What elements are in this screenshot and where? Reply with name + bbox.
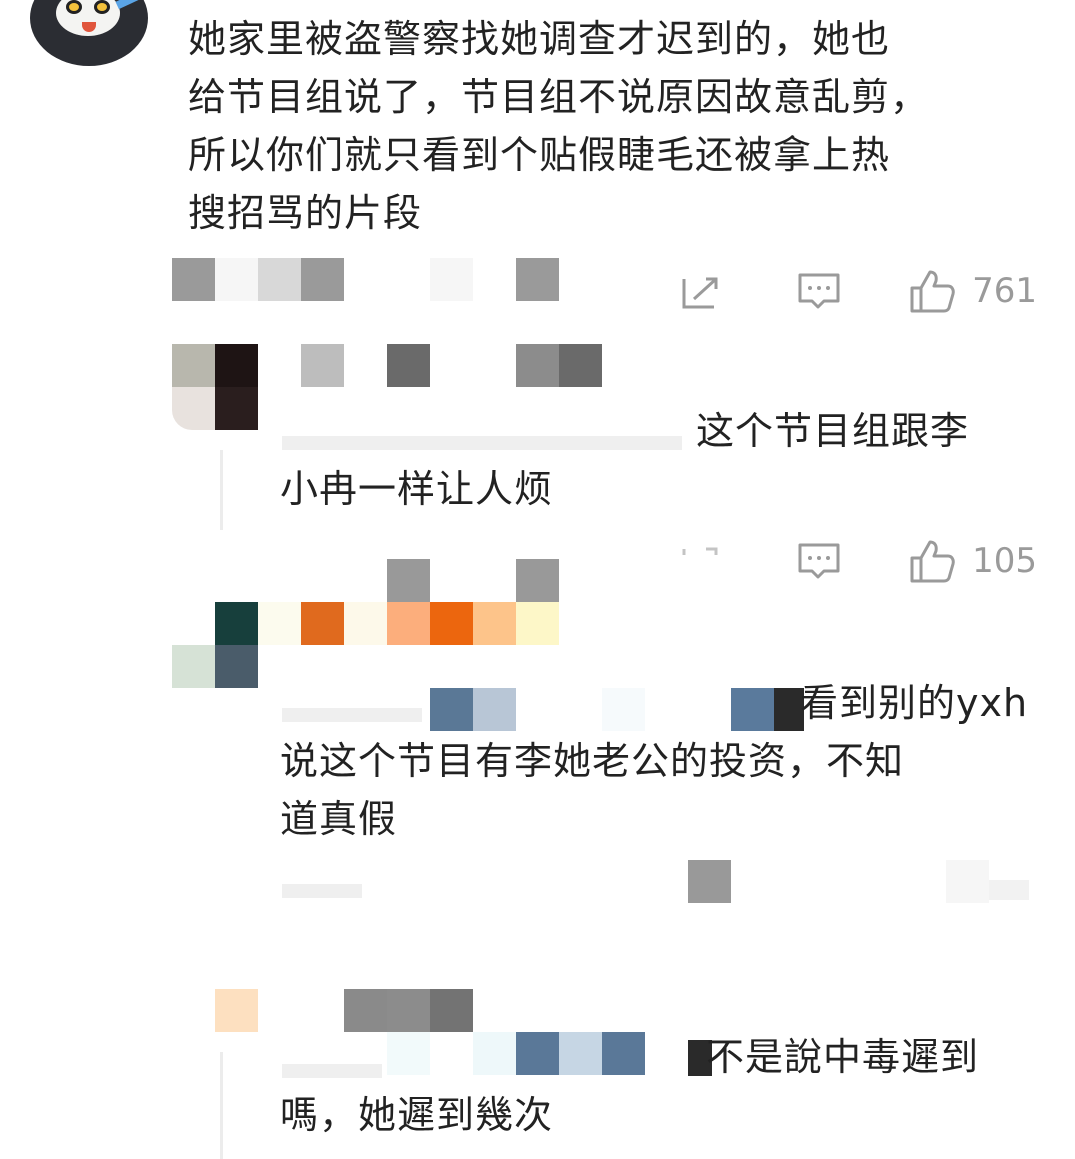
reply-line: 小冉一样让人烦 [280,467,554,511]
reply-text: 小冉一样让人烦 [280,460,553,518]
reply-line: 嗎，她遲到幾次 [280,1093,554,1137]
avatar-eye-icon [94,0,110,14]
reply-text: 嗎，她遲到幾次 [280,1086,553,1144]
forward-button[interactable] [680,271,726,311]
reply-button[interactable] [796,541,842,581]
redacted-reply-prefix [282,436,682,450]
comment-icon [798,543,840,579]
reply-text: 这个节目组跟李 [696,402,969,460]
comment-icon [798,273,840,309]
reply-line: 看到别的yxh [800,681,1029,725]
forward-icon [682,547,718,555]
reply-button[interactable] [796,271,842,311]
thumbs-up-icon [910,270,955,313]
comment-line: 给节目组说了，节目组不说原因故意乱剪， [188,75,930,119]
forward-icon [682,277,718,309]
comment-line: 她家里被盗警察找她调查才迟到的，她也 [188,17,891,61]
reply-actions: 105 [680,536,1037,586]
reply-line: 不是說中毒遲到 [706,1035,980,1079]
avatar-decoration [115,0,143,10]
reply-line: 说这个节目有李她老公的投资，不知 [280,739,905,783]
forward-button[interactable] [680,541,726,581]
avatar[interactable] [30,0,148,66]
reply-line: 这个节目组跟李 [696,409,970,453]
like-button[interactable]: 761 [908,268,1037,314]
reply-line: 道真假 [280,797,398,841]
avatar-eye-icon [66,0,82,14]
reply-thread-line [220,1052,223,1159]
reply-text: 看到别的yxh [800,674,1028,732]
comment-actions: 761 [680,266,1037,316]
reply-text: 不是說中毒遲到 [706,1028,979,1086]
like-count: 105 [972,541,1037,581]
comment-line: 所以你们就只看到个贴假睫毛还被拿上热 [188,133,891,177]
main-comment-text: 她家里被盗警察找她调查才迟到的，她也 给节目组说了，节目组不说原因故意乱剪， 所… [188,10,929,242]
reply-text: 说这个节目有李她老公的投资，不知 道真假 [280,732,904,848]
reply-thread-line [220,450,223,530]
like-button[interactable]: 105 [908,538,1037,584]
thumbs-up-icon [910,540,955,583]
comment-line: 搜招骂的片段 [188,191,423,235]
like-count: 761 [972,271,1037,311]
